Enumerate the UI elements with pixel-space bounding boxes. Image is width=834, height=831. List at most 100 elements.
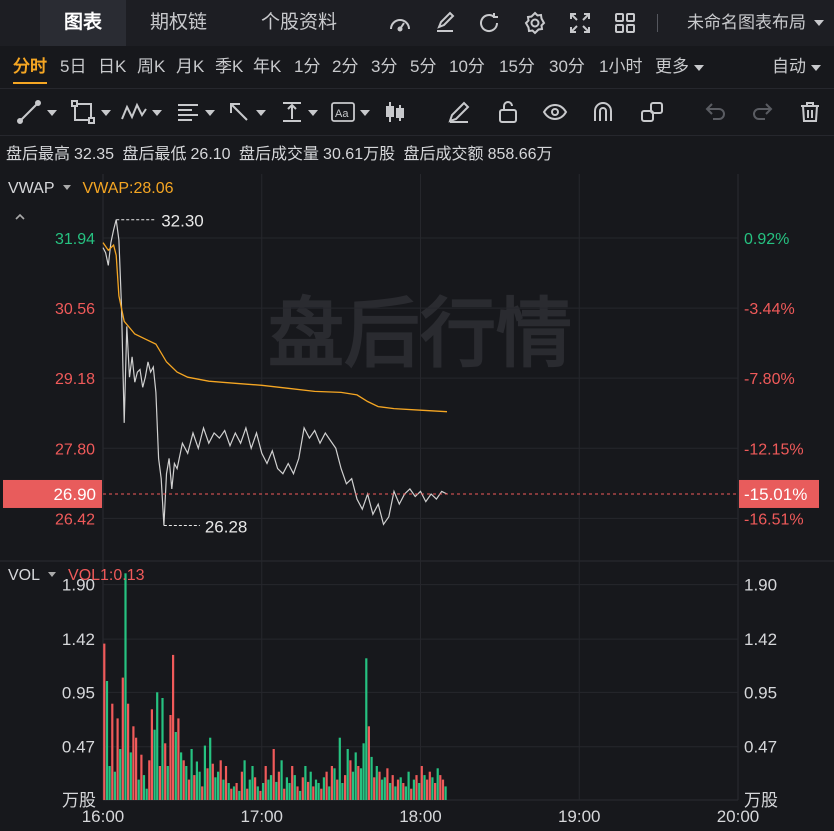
intraday-chart[interactable]: 盘后行情 16:00 17:00 18:00 19:00 20:0031.94 0.92%… <box>0 174 834 831</box>
period-10min[interactable]: 10分 <box>449 46 485 88</box>
volume-bar <box>132 726 135 800</box>
vwap-legend[interactable]: VWAP VWAP:28.06 <box>8 180 174 198</box>
chevron-down-icon[interactable] <box>152 110 162 116</box>
fullscreen-icon[interactable] <box>567 10 593 36</box>
tab-stock-profile[interactable]: 个股资料 <box>261 0 337 46</box>
rectangle-tool-icon[interactable] <box>70 99 96 125</box>
volume-bar <box>190 749 193 800</box>
measure-tool-icon[interactable] <box>279 99 305 125</box>
tab-chart[interactable]: 图表 <box>40 0 126 46</box>
volume-bar <box>246 788 249 800</box>
period-2min[interactable]: 2分 <box>332 46 358 88</box>
text-tool-icon[interactable]: Aa <box>330 99 356 125</box>
volume-bar <box>322 777 325 800</box>
period-yearly[interactable]: 年K <box>253 46 281 88</box>
undo-icon[interactable] <box>702 99 728 125</box>
chevron-down-icon[interactable] <box>101 110 111 116</box>
period-15min[interactable]: 15分 <box>499 46 535 88</box>
period-monthly[interactable]: 月K <box>176 46 204 88</box>
volume-bar <box>296 786 299 800</box>
vwap-name: VWAP <box>8 180 55 197</box>
period-weekly[interactable]: 周K <box>137 46 165 88</box>
divider <box>657 14 658 32</box>
refresh-icon[interactable] <box>476 10 502 36</box>
chevron-down-icon[interactable] <box>47 110 57 116</box>
fib-tool-icon[interactable] <box>175 99 201 125</box>
chevron-down-icon[interactable] <box>308 110 318 116</box>
volume-bar <box>436 768 439 800</box>
price-tick-label: 29.18 <box>55 371 95 388</box>
redo-icon[interactable] <box>750 99 776 125</box>
pattern-tool-icon[interactable] <box>120 99 148 125</box>
volume-bar <box>124 573 127 800</box>
candle-tool-icon[interactable] <box>384 99 406 125</box>
vol-tick-label-right: 0.95 <box>744 683 777 702</box>
arrow-tool-icon[interactable] <box>226 99 252 125</box>
period-5d[interactable]: 5日 <box>60 46 86 88</box>
auto-scale-select[interactable]: 自动 <box>772 46 821 88</box>
volume-bar <box>375 766 378 800</box>
grid-icon[interactable] <box>612 10 638 36</box>
line-tool-icon[interactable] <box>16 99 42 125</box>
chevron-down-icon[interactable] <box>360 110 370 116</box>
period-3min[interactable]: 3分 <box>371 46 397 88</box>
period-1min[interactable]: 1分 <box>294 46 320 88</box>
volume-bar <box>441 779 445 800</box>
volume-bar <box>248 779 251 800</box>
price-tick-label: 26.42 <box>55 511 95 528</box>
volume-bar <box>153 729 156 800</box>
chevron-down-icon[interactable] <box>814 20 824 26</box>
volume-bar <box>272 749 275 800</box>
volume-bar <box>396 779 400 800</box>
volume-bar <box>172 654 175 800</box>
volume-bar <box>402 783 405 800</box>
volume-bar <box>254 777 257 800</box>
volume-bar <box>116 718 119 800</box>
period-30min[interactable]: 30分 <box>549 46 585 88</box>
period-intraday[interactable]: 分时 <box>13 46 47 88</box>
volume-bar <box>365 658 368 800</box>
chevron-down-icon[interactable] <box>205 110 215 116</box>
chevron-down-icon[interactable] <box>48 572 57 578</box>
volume-bar <box>434 783 437 800</box>
chevron-down-icon[interactable] <box>62 185 71 191</box>
gauge-icon[interactable] <box>387 10 413 36</box>
period-daily[interactable]: 日K <box>98 46 126 88</box>
period-bar: 分时 5日 日K 周K 月K 季K 年K 1分 2分 3分 5分 10分 15分… <box>0 46 834 89</box>
trash-icon[interactable] <box>797 99 823 125</box>
period-5min[interactable]: 5分 <box>410 46 436 88</box>
volume-bar <box>182 760 185 800</box>
pct-tick-label: -16.51% <box>744 511 804 528</box>
volume-bar <box>211 763 214 800</box>
volume-bar <box>415 775 418 800</box>
volume-bar <box>209 737 212 800</box>
layout-name[interactable]: 未命名图表布局 <box>687 0 806 46</box>
volume-bar <box>195 761 198 800</box>
volume-bar <box>269 775 273 800</box>
eye-icon[interactable] <box>542 99 568 125</box>
volume-bar <box>362 743 365 800</box>
volume-bar <box>354 752 357 800</box>
pencil-icon[interactable] <box>446 99 472 125</box>
volume-bar <box>320 788 323 800</box>
volume-bar <box>418 783 421 800</box>
gear-icon[interactable] <box>522 10 548 36</box>
edit-icon[interactable] <box>432 10 458 36</box>
drawing-toolbar: Aa <box>0 89 834 136</box>
period-quarterly[interactable]: 季K <box>215 46 243 88</box>
auto-label: 自动 <box>772 57 806 76</box>
period-more[interactable]: 更多 <box>655 46 704 88</box>
volume-bar <box>381 779 384 800</box>
collapse-icon[interactable] <box>14 210 26 222</box>
unlock-icon[interactable] <box>495 99 521 125</box>
chevron-down-icon[interactable] <box>256 110 266 116</box>
svg-text:Aa: Aa <box>335 108 349 120</box>
period-1hour[interactable]: 1小时 <box>599 46 642 88</box>
volume-bar <box>426 779 429 800</box>
magnet-icon[interactable] <box>590 99 616 125</box>
link-icon[interactable] <box>639 99 665 125</box>
volume-bar <box>150 709 153 800</box>
vol-legend[interactable]: VOL VOL1:0.13 <box>8 567 145 585</box>
volume-bar <box>285 777 288 800</box>
tab-option-chain[interactable]: 期权链 <box>150 0 207 46</box>
